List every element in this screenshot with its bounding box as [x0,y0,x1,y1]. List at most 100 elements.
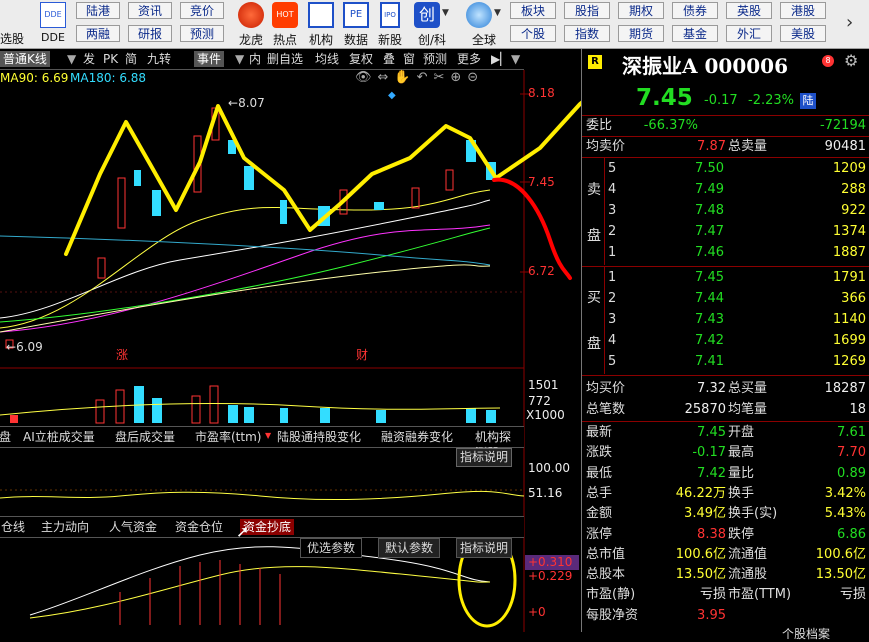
dde-icon[interactable]: DDE [40,2,66,28]
tab-main-force[interactable]: 主力动向 [38,519,92,535]
institution-icon[interactable] [308,2,334,28]
gegu-button[interactable]: 个股 [510,25,556,42]
buy-level-row[interactable]: 3 7.43 1140 [582,310,869,330]
xingu-label[interactable]: 新股 [370,31,410,48]
window-button[interactable]: 窗 [400,51,418,67]
guzhi-button[interactable]: 股指 [564,2,610,19]
sell-level-row[interactable]: 5 7.50 1209 [582,159,869,179]
waihui-button[interactable]: 外汇 [726,25,772,42]
tab-ai-volume[interactable]: AI立桩成交量 [20,429,98,445]
pe-icon[interactable]: PE [343,2,369,28]
jijin-button[interactable]: 基金 [672,25,718,42]
lugang-button[interactable]: 陆港 [76,2,120,19]
alert-icon[interactable]: 8 [822,55,834,67]
ipo-icon[interactable]: IPO [380,2,400,28]
qihuo-button[interactable]: 期货 [618,25,664,42]
xuangu-label[interactable]: 选股 [0,30,24,47]
stat-value: 7.42 [697,465,726,481]
longhu-icon[interactable] [238,2,264,28]
tab-popularity-funds[interactable]: 人气资金 [106,519,160,535]
tab-margin-change[interactable]: 融资融券变化 [378,429,456,445]
ma-label-ma90: MA90: 6.69 [0,71,69,85]
qiquan-button[interactable]: 期权 [618,2,664,19]
quanqiu-label[interactable]: 全球 [464,31,504,48]
sell-level-row[interactable]: 3 7.48 922 [582,201,869,221]
toolbar-scroll-right-icon[interactable]: › [846,12,853,33]
tab-fund-position[interactable]: 资金仓位 [172,519,226,535]
tab-institution-detector[interactable]: 机构探测器 [472,429,524,460]
fuquan-button[interactable]: 复权 [346,51,376,67]
globe-icon[interactable] [466,2,492,28]
sell-level-row[interactable]: 2 7.47 1374 [582,222,869,242]
event-button[interactable]: 事件 [194,51,225,67]
fa-button[interactable]: 发 [80,51,98,67]
chuangke-label[interactable]: 创/科 [412,31,452,48]
jigou-label[interactable]: 机构 [301,31,341,48]
hot-icon[interactable]: HOT [272,2,298,28]
forecast-button[interactable]: 预测 [420,51,450,67]
jiuzhuan-button[interactable]: 九转 [144,51,174,67]
jingjia-button[interactable]: 竞价 [180,2,224,19]
remove-watchlist-button[interactable]: 删自选 [264,51,306,67]
stat-label: 总手 [586,485,613,501]
yinggu-button[interactable]: 英股 [726,2,772,19]
stat-value: 100.6亿 [815,546,866,562]
zhishu-button[interactable]: 指数 [564,25,610,42]
chuangke-icon[interactable]: 创 [414,2,440,28]
trades-row: 总笔数 25870 均笔量 18 [586,402,866,417]
kline-type-dropdown-icon[interactable]: ▼ [64,51,79,67]
zixun-button[interactable]: 资讯 [128,2,172,19]
pk-button[interactable]: PK [100,51,121,67]
volume-bar [152,398,162,423]
settings-gear-icon[interactable]: ⚙ [844,51,858,70]
nei-button[interactable]: 内 [246,51,264,67]
profile-tab[interactable]: 个股档案 [782,625,830,642]
tab-hk-connect-holdings[interactable]: 陆股通持股变化 [274,429,364,445]
buy-level-row[interactable]: 2 7.44 366 [582,289,869,309]
kline-type-select[interactable]: 普通K线 [0,51,50,67]
yanbao-button[interactable]: 研报 [128,25,172,42]
bankuai-button[interactable]: 板块 [510,2,556,19]
drawing-tools[interactable]: 👁⇔✋↶✂⊕⊝ [355,70,484,85]
liangrong-button[interactable]: 两融 [76,25,120,42]
stat-value: 3.42% [824,485,866,501]
chuangke-dropdown-icon[interactable]: ▼ [442,8,449,18]
jian-button[interactable]: 简 [122,51,140,67]
tab-pe-ttm-dropdown-icon[interactable]: ▼ [265,431,271,440]
sell-level-row[interactable]: 4 7.49 288 [582,180,869,200]
ganggu-button[interactable]: 港股 [780,2,826,19]
tab-cangxian[interactable]: 仓线 [0,519,28,535]
fund-label-0229: +0.229 [528,569,573,583]
overlay-button[interactable]: 叠 [380,51,398,67]
more-button[interactable]: 更多 [454,51,484,67]
divider [582,157,869,158]
marker-zhang[interactable]: 涨 [116,346,128,363]
sell-level-row[interactable]: 1 7.46 1887 [582,243,869,263]
preferred-params-button[interactable]: 优选参数 [300,538,363,558]
tab-pan[interactable]: 盘 [0,429,14,445]
level-volume: 288 [841,182,866,197]
stat-row: 市盈(静) 亏损 市盈(TTM) 亏损 [582,585,869,605]
event-dropdown-icon[interactable]: ▼ [232,51,247,67]
stat-label: 市盈(静) [586,587,636,603]
default-params-button[interactable]: 默认参数 [378,538,441,558]
ma-button[interactable]: 均线 [312,51,342,67]
yuce-button[interactable]: 预测 [180,25,224,42]
fund-explain-button[interactable]: 指标说明 [456,538,513,558]
more-dropdown-icon[interactable]: ▼ [508,51,523,67]
buy-level-row[interactable]: 5 7.41 1269 [582,352,869,372]
dde-label[interactable]: DDE [38,31,68,44]
tab-after-hours-volume[interactable]: 盘后成交量 [112,429,178,445]
buy-level-row[interactable]: 1 7.45 1791 [582,268,869,288]
global-dropdown-icon[interactable]: ▼ [494,8,501,18]
zhaiquan-button[interactable]: 债券 [672,2,718,19]
buy-level-row[interactable]: 4 7.42 1699 [582,331,869,351]
stat-label: 最新 [586,425,613,440]
indicator-explain-button[interactable]: 指标说明 [456,448,513,467]
marker-cai[interactable]: 财 [356,346,368,363]
redian-label[interactable]: 热点 [265,31,305,48]
meigu-button[interactable]: 美股 [780,25,826,42]
volume-bar [376,410,386,423]
stat-row: 涨停 8.38 跌停 6.86 [582,525,869,545]
tab-pe-ttm[interactable]: 市盈率(ttm) [192,429,264,445]
